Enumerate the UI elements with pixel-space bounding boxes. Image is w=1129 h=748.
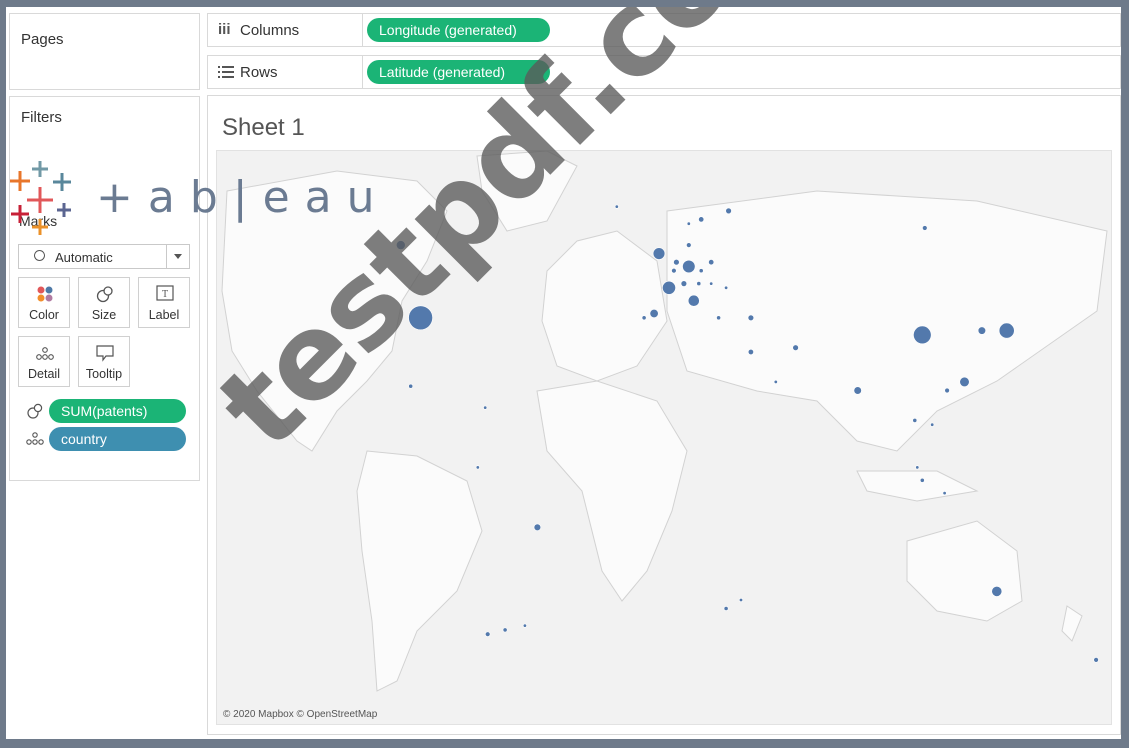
map-point[interactable] [792, 344, 799, 351]
map-point[interactable] [408, 383, 414, 389]
columns-label: Columns [240, 22, 300, 39]
map-point[interactable] [723, 606, 729, 611]
label-card-label: Label [148, 308, 180, 322]
label-icon: T [156, 285, 174, 301]
map-point[interactable] [698, 216, 705, 223]
detail-card[interactable]: Detail [18, 336, 70, 387]
map-point[interactable] [725, 207, 732, 215]
size-field-icon [27, 403, 43, 419]
land-south-america [356, 450, 483, 692]
map-point[interactable] [912, 417, 918, 423]
pages-panel: Pages [9, 13, 200, 90]
detail-card-label: Detail [28, 367, 60, 381]
size-icon [96, 286, 113, 303]
longitude-pill[interactable]: Longitude (generated) [367, 18, 550, 42]
map-point[interactable] [747, 349, 754, 356]
color-card-label: Color [29, 308, 59, 322]
chevron-down-icon[interactable] [166, 245, 189, 268]
map-point[interactable] [686, 242, 692, 248]
land-africa [536, 380, 688, 602]
map-point[interactable] [716, 315, 721, 321]
land-europe [541, 230, 668, 382]
map-point[interactable] [942, 491, 947, 496]
rows-icon [218, 66, 234, 78]
map-point[interactable] [991, 585, 1003, 597]
mark-type-dropdown[interactable]: Automatic [18, 244, 190, 269]
sheet-title: Sheet 1 [222, 114, 305, 141]
map-point[interactable] [483, 405, 488, 410]
land-australia [906, 520, 1023, 622]
land-asia [666, 190, 1108, 452]
tableau-plus-icon [10, 161, 71, 235]
map-point[interactable] [773, 379, 778, 384]
map-point[interactable] [614, 204, 619, 209]
map-point[interactable] [853, 386, 862, 395]
map-point[interactable] [922, 225, 928, 231]
map-point[interactable] [930, 422, 935, 427]
map-point[interactable] [687, 294, 700, 307]
map-point[interactable] [686, 221, 691, 226]
pages-title: Pages [21, 31, 64, 48]
color-card[interactable]: Color [18, 277, 70, 328]
map-point[interactable] [708, 259, 715, 266]
size-card[interactable]: Size [78, 277, 130, 328]
land-new-zealand [1061, 605, 1083, 642]
tooltip-card-label: Tooltip [85, 367, 123, 381]
map-point[interactable] [915, 465, 920, 470]
size-field-pill[interactable]: SUM(patents) [49, 399, 186, 423]
map-point[interactable] [671, 267, 677, 274]
map-point[interactable] [738, 597, 743, 602]
map-attribution: © 2020 Mapbox © OpenStreetMap [223, 709, 378, 720]
tooltip-icon [96, 345, 114, 362]
map-point[interactable] [682, 259, 696, 274]
land-indonesia [856, 470, 979, 502]
detail-icon [36, 347, 54, 360]
map-point[interactable] [680, 280, 688, 287]
map-point[interactable] [652, 247, 666, 260]
size-card-label: Size [91, 308, 117, 322]
svg-text:T: T [162, 289, 168, 300]
map-point[interactable] [977, 326, 987, 335]
color-icon [37, 286, 53, 302]
columns-icon: iii [218, 21, 231, 38]
rows-shelf-label: Rows [208, 56, 363, 88]
map-point[interactable] [747, 314, 755, 322]
map-point[interactable] [944, 387, 950, 394]
map-point[interactable] [533, 523, 542, 531]
map-point[interactable] [709, 281, 714, 286]
map-point[interactable] [485, 631, 491, 637]
map-point[interactable] [696, 281, 702, 286]
label-card[interactable]: T Label [138, 277, 190, 328]
rows-label: Rows [240, 64, 278, 81]
tableau-window: Pages Filters Marks Automatic Color Size… [6, 7, 1121, 739]
map-point[interactable] [959, 376, 970, 387]
filters-title: Filters [21, 109, 62, 126]
map-point[interactable] [662, 280, 676, 295]
map-point[interactable] [641, 315, 647, 321]
map-point[interactable] [913, 325, 932, 345]
map-point[interactable] [673, 258, 680, 266]
map-point[interactable] [502, 627, 508, 633]
mark-type-value: Automatic [55, 250, 113, 265]
map-point[interactable] [998, 322, 1015, 339]
map-point[interactable] [724, 285, 729, 290]
detail-field-icon [26, 432, 44, 445]
columns-shelf-label: iii Columns [208, 14, 363, 46]
map-point[interactable] [919, 477, 925, 483]
tableau-logo: +ab|eau [6, 155, 386, 240]
map-point[interactable] [475, 465, 480, 470]
map-point[interactable] [649, 309, 659, 319]
tooltip-card[interactable]: Tooltip [78, 336, 130, 387]
map-point[interactable] [698, 268, 704, 274]
tableau-wordmark: +ab|eau [96, 172, 390, 223]
circle-mark-icon [34, 250, 45, 261]
map-point[interactable] [1093, 657, 1099, 663]
map-point[interactable] [522, 623, 527, 628]
detail-field-pill[interactable]: country [49, 427, 186, 451]
